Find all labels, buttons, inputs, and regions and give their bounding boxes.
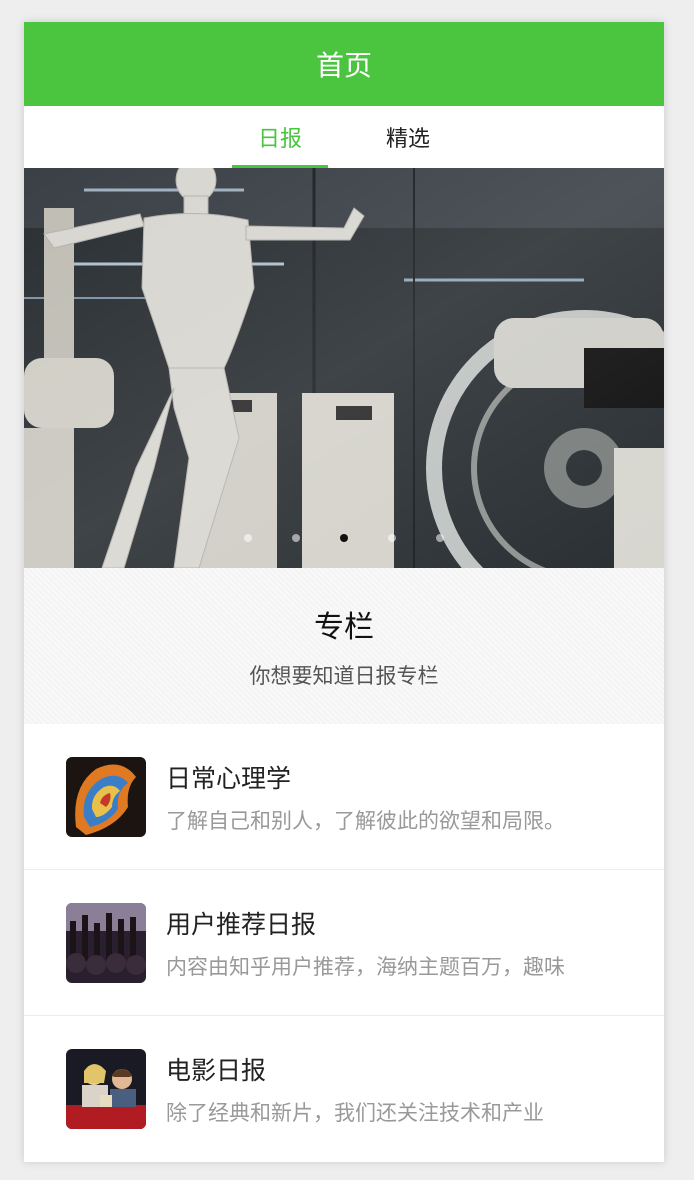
column-description: 内容由知乎用户推荐，海纳主题百万，趣味 <box>166 954 565 979</box>
tab-featured-label: 精选 <box>385 127 430 152</box>
column-text: 日常心理学 了解自己和别人，了解彼此的欲望和局限。 <box>166 759 565 835</box>
column-list: 日常心理学 了解自己和别人，了解彼此的欲望和局限。 用户推荐日报 内容由知乎用户… <box>24 724 664 1161</box>
column-thumbnail <box>66 1048 146 1129</box>
banner-image <box>24 168 664 568</box>
column-thumbnail <box>66 902 146 983</box>
carousel-dot[interactable] <box>292 534 300 542</box>
page-title: 首页 <box>315 49 372 82</box>
column-text: 用户推荐日报 内容由知乎用户推荐，海纳主题百万，趣味 <box>166 905 565 981</box>
column-title: 用户推荐日报 <box>166 909 317 939</box>
column-text: 电影日报 除了经典和新片，我们还关注技术和产业 <box>166 1051 544 1127</box>
column-item-psychology[interactable]: 日常心理学 了解自己和别人，了解彼此的欲望和局限。 <box>24 724 664 870</box>
column-title: 电影日报 <box>166 1055 267 1085</box>
tab-daily[interactable]: 日报 <box>216 106 344 168</box>
tab-daily-label: 日报 <box>257 127 302 152</box>
section-title: 专栏 <box>314 610 374 645</box>
carousel-indicators <box>24 534 664 542</box>
column-section-header: 专栏 你想要知道日报专栏 <box>24 568 664 724</box>
banner-carousel[interactable] <box>24 168 664 568</box>
carousel-dot[interactable] <box>388 534 396 542</box>
column-item-user-recommended[interactable]: 用户推荐日报 内容由知乎用户推荐，海纳主题百万，趣味 <box>24 870 664 1016</box>
column-item-movie[interactable]: 电影日报 除了经典和新片，我们还关注技术和产业 <box>24 1016 664 1161</box>
section-subtitle: 你想要知道日报专栏 <box>249 664 439 688</box>
column-thumbnail <box>66 756 146 837</box>
column-title: 日常心理学 <box>166 763 292 793</box>
carousel-dot[interactable] <box>436 534 444 542</box>
top-bar: 首页 <box>24 22 664 106</box>
tab-featured[interactable]: 精选 <box>344 106 472 168</box>
tab-bar: 日报 精选 <box>24 106 664 168</box>
column-description: 除了经典和新片，我们还关注技术和产业 <box>166 1100 544 1125</box>
carousel-dot[interactable] <box>244 534 252 542</box>
carousel-dot-active[interactable] <box>340 534 348 542</box>
app-screen: 首页 日报 精选 专栏 你想要知道日报专栏 日常心理学 了解自己和别人，了解彼此… <box>24 22 664 1162</box>
column-description: 了解自己和别人，了解彼此的欲望和局限。 <box>166 808 565 833</box>
